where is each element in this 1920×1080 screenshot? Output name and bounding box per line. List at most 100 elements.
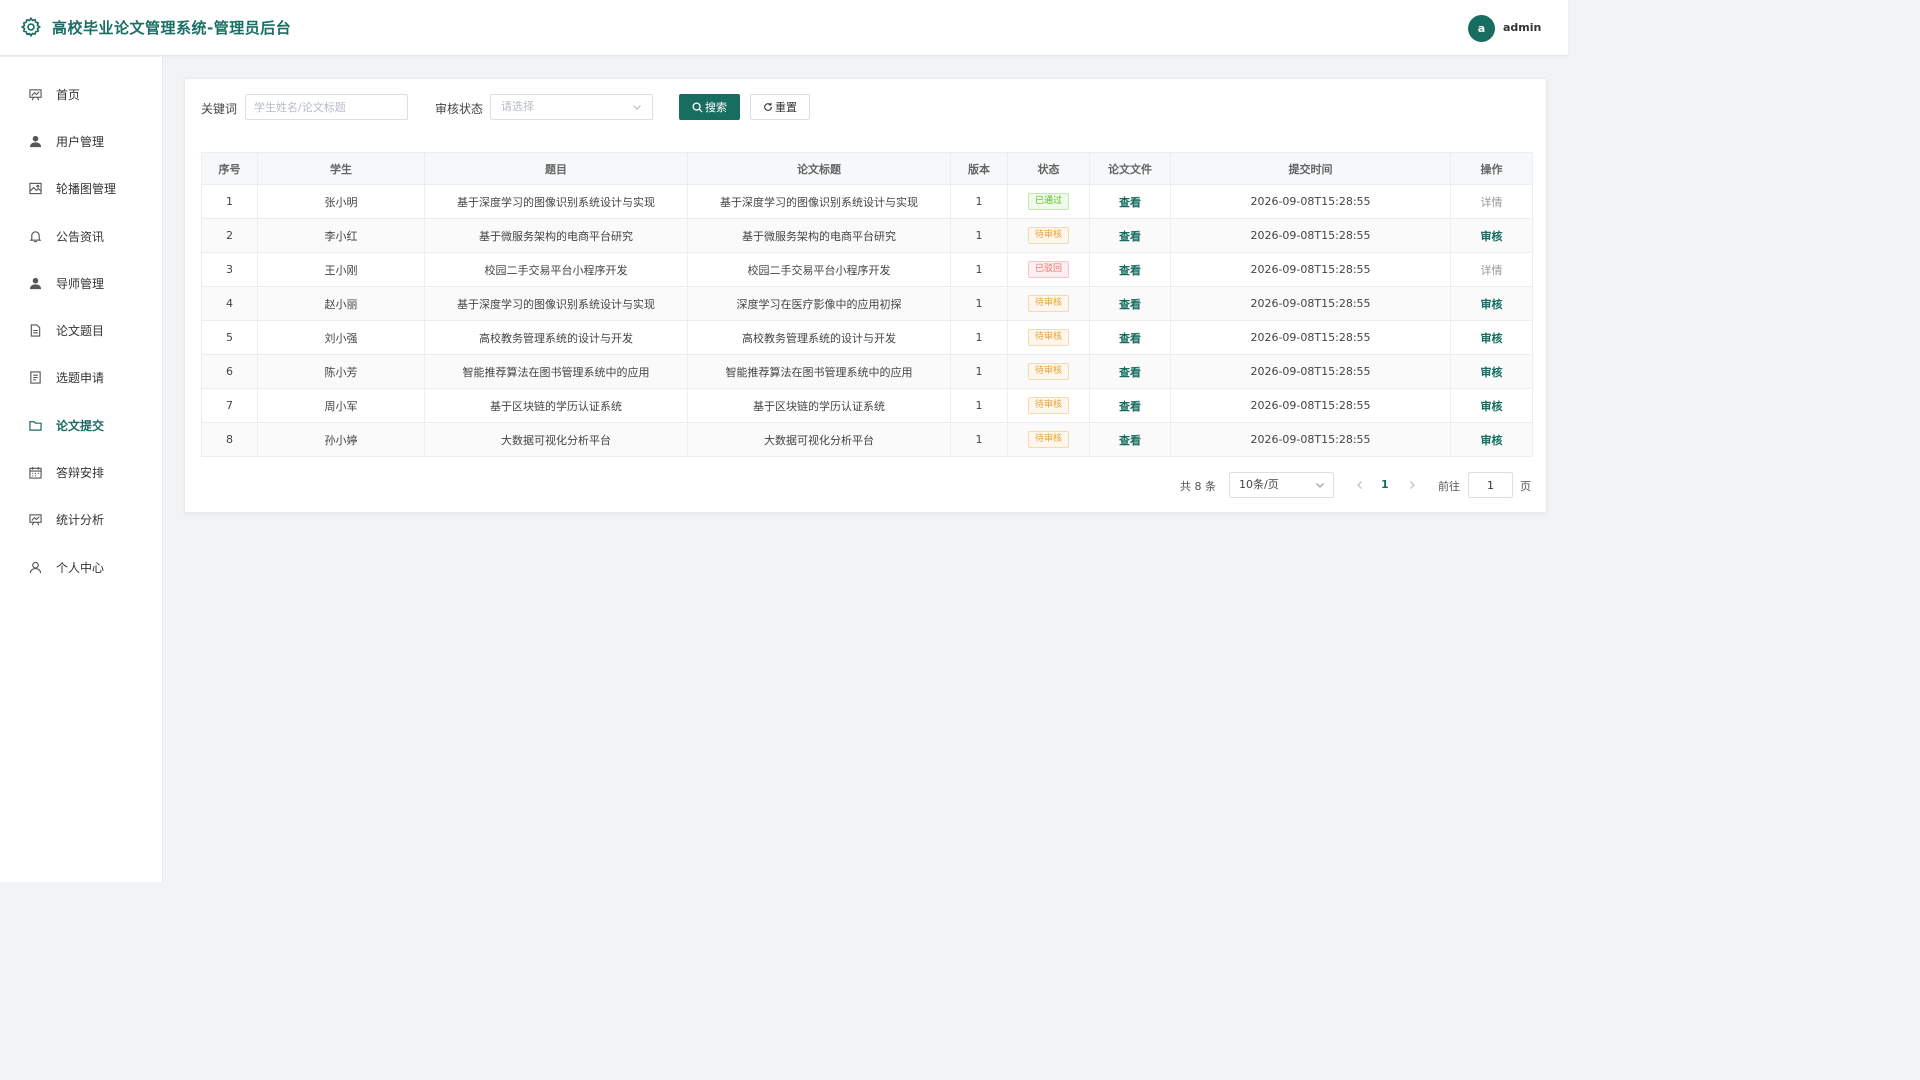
cell-thesis-title: 基于微服务架构的电商平台研究 (687, 218, 951, 253)
view-file-link[interactable]: 查看 (1119, 298, 1141, 311)
table-header-row: 序号 学生 题目 论文标题 版本 状态 论文文件 提交时间 操作 (201, 152, 1533, 185)
pagination-total: 共 8 条 (1180, 480, 1216, 493)
table-row: 4 赵小丽 基于深度学习的图像识别系统设计与实现 深度学习在医疗影像中的应用初探… (201, 286, 1533, 321)
cell-actions: 审核 (1450, 218, 1533, 253)
user-icon (29, 277, 42, 289)
sidebar-item-topic-application[interactable]: 选题申请 (0, 357, 162, 397)
search-button[interactable]: 搜索 (679, 94, 740, 120)
cell-actions: 详情 (1450, 252, 1533, 287)
cell-no: 7 (201, 388, 258, 423)
image-icon (29, 182, 42, 194)
column-header-no: 序号 (201, 152, 258, 185)
sidebar-item-thesis-topics[interactable]: 论文题目 (0, 310, 162, 350)
goto-page-input[interactable] (1468, 472, 1513, 498)
review-link[interactable]: 审核 (1481, 400, 1503, 413)
sidebar-item-defense-schedule[interactable]: 答辩安排 (0, 452, 162, 492)
sidebar-item-profile[interactable]: 个人中心 (0, 547, 162, 587)
tickets-icon (30, 370, 41, 384)
cell-thesis-title: 大数据可视化分析平台 (687, 422, 951, 457)
cell-file: 查看 (1089, 184, 1171, 219)
data-board-icon (29, 513, 42, 525)
gear-icon (20, 16, 42, 38)
sidebar-item-thesis-submission[interactable]: 论文提交 (0, 405, 162, 445)
cell-topic: 基于区块链的学历认证系统 (424, 388, 688, 423)
cell-status: 待审核 (1007, 388, 1090, 423)
table-row: 3 王小刚 校园二手交易平台小程序开发 校园二手交易平台小程序开发 1 已驳回 … (201, 252, 1533, 287)
review-link[interactable]: 审核 (1481, 434, 1503, 447)
cell-submit-time: 2026-09-08T15:28:55 (1170, 422, 1451, 457)
view-file-link[interactable]: 查看 (1119, 400, 1141, 413)
username-label[interactable]: admin (1503, 21, 1541, 34)
view-file-link[interactable]: 查看 (1119, 366, 1141, 379)
review-link[interactable]: 审核 (1481, 366, 1503, 379)
user-outline-icon (29, 561, 42, 573)
cell-no: 1 (201, 184, 258, 219)
view-file-link[interactable]: 查看 (1119, 264, 1141, 277)
view-file-link[interactable]: 查看 (1119, 196, 1141, 209)
cell-thesis-title: 深度学习在医疗影像中的应用初探 (687, 286, 951, 321)
sidebar-item-home[interactable]: 首页 (0, 74, 162, 114)
top-header: 高校毕业论文管理系统-管理员后台 a admin (0, 0, 1568, 56)
status-badge: 待审核 (1027, 329, 1069, 346)
sidebar-item-announcements[interactable]: 公告资讯 (0, 216, 162, 256)
keyword-input[interactable] (245, 94, 408, 120)
sidebar-item-label: 论文题目 (56, 323, 105, 338)
cell-actions: 审核 (1450, 422, 1533, 457)
page-number-current[interactable]: 1 (1381, 478, 1389, 491)
cell-version: 1 (950, 354, 1008, 389)
sidebar-item-label: 统计分析 (56, 512, 105, 527)
sidebar-item-carousel[interactable]: 轮播图管理 (0, 168, 162, 208)
sidebar-item-label: 论文提交 (56, 418, 105, 433)
cell-no: 8 (201, 422, 258, 457)
bell-icon (29, 230, 42, 242)
status-select-placeholder: 请选择 (501, 100, 534, 113)
chevron-down-icon (633, 105, 641, 110)
cell-student: 张小明 (257, 184, 425, 219)
cell-submit-time: 2026-09-08T15:28:55 (1170, 218, 1451, 253)
detail-link[interactable]: 详情 (1481, 264, 1503, 277)
next-page-icon[interactable] (1407, 478, 1417, 492)
reset-button[interactable]: 重置 (750, 94, 810, 120)
cell-thesis-title: 基于区块链的学历认证系统 (687, 388, 951, 423)
cell-submit-time: 2026-09-08T15:28:55 (1170, 286, 1451, 321)
cell-file: 查看 (1089, 320, 1171, 355)
view-file-link[interactable]: 查看 (1119, 434, 1141, 447)
page-size-select[interactable]: 10条/页 (1229, 472, 1334, 498)
sidebar-item-statistics[interactable]: 统计分析 (0, 499, 162, 539)
prev-page-icon[interactable] (1355, 478, 1365, 492)
table-row: 7 周小军 基于区块链的学历认证系统 基于区块链的学历认证系统 1 待审核 查看… (201, 388, 1533, 423)
page-suffix-label: 页 (1520, 480, 1531, 493)
column-header-submit-time: 提交时间 (1170, 152, 1451, 185)
cell-topic: 基于深度学习的图像识别系统设计与实现 (424, 184, 688, 219)
cell-thesis-title: 校园二手交易平台小程序开发 (687, 252, 951, 287)
avatar[interactable]: a (1468, 15, 1495, 42)
sidebar-item-user-management[interactable]: 用户管理 (0, 121, 162, 161)
status-badge: 已驳回 (1027, 261, 1069, 278)
app-title: 高校毕业论文管理系统-管理员后台 (52, 19, 292, 37)
cell-file: 查看 (1089, 218, 1171, 253)
review-link[interactable]: 审核 (1481, 230, 1503, 243)
cell-status: 待审核 (1007, 354, 1090, 389)
review-link[interactable]: 审核 (1481, 298, 1503, 311)
cell-submit-time: 2026-09-08T15:28:55 (1170, 252, 1451, 287)
sidebar-item-label: 个人中心 (56, 560, 105, 575)
status-badge: 待审核 (1027, 431, 1069, 448)
goto-label: 前往 (1438, 480, 1460, 493)
table-row: 8 孙小婷 大数据可视化分析平台 大数据可视化分析平台 1 待审核 查看 202… (201, 422, 1533, 457)
cell-status: 待审核 (1007, 286, 1090, 321)
review-link[interactable]: 审核 (1481, 332, 1503, 345)
cell-version: 1 (950, 320, 1008, 355)
sidebar-item-advisor-management[interactable]: 导师管理 (0, 263, 162, 303)
detail-link[interactable]: 详情 (1481, 196, 1503, 209)
view-file-link[interactable]: 查看 (1119, 230, 1141, 243)
status-select[interactable]: 请选择 (490, 94, 653, 120)
user-icon (29, 135, 42, 147)
view-file-link[interactable]: 查看 (1119, 332, 1141, 345)
cell-submit-time: 2026-09-08T15:28:55 (1170, 320, 1451, 355)
cell-status: 已通过 (1007, 184, 1090, 219)
cell-status: 已驳回 (1007, 252, 1090, 287)
sidebar-item-label: 用户管理 (56, 134, 105, 149)
cell-student: 周小军 (257, 388, 425, 423)
status-badge: 待审核 (1027, 363, 1069, 380)
cell-version: 1 (950, 286, 1008, 321)
